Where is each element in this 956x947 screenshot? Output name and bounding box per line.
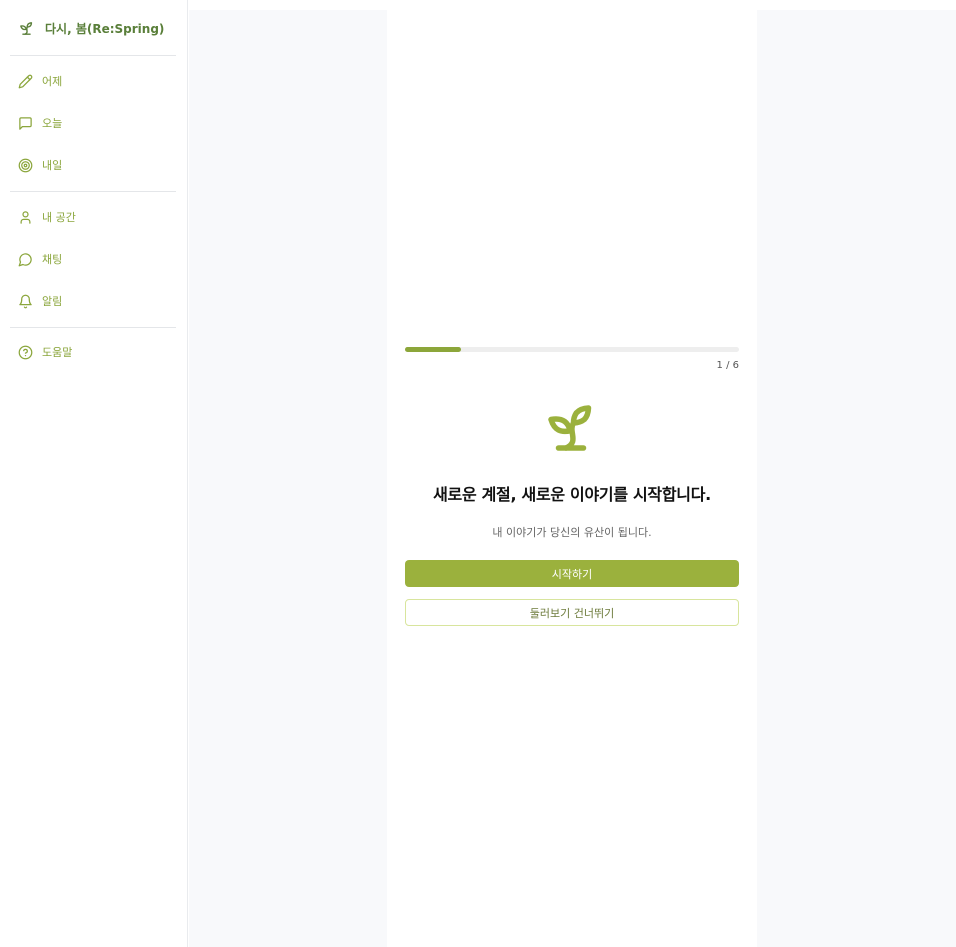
sidebar-item-notifications[interactable]: 알림	[18, 291, 178, 311]
sidebar: 다시, 봄(Re:Spring) 어제 오늘 내일 내 공간 채팅 알림 도움말	[0, 0, 188, 947]
brand-name: 다시, 봄(Re:Spring)	[45, 21, 165, 36]
step-counter: 1 / 6	[716, 360, 739, 371]
user-icon	[20, 210, 31, 224]
sidebar-item-label: 도움말	[42, 346, 73, 359]
sidebar-item-label: 어제	[42, 75, 63, 88]
help-circle-icon	[18, 345, 33, 359]
sidebar-item-label: 알림	[42, 295, 63, 308]
brand[interactable]: 다시, 봄(Re:Spring)	[18, 18, 164, 38]
target-icon	[18, 158, 33, 172]
bell-icon	[19, 294, 32, 308]
sidebar-item-my-space[interactable]: 내 공간	[18, 207, 178, 227]
sidebar-divider	[10, 191, 176, 192]
sidebar-item-label: 내 공간	[42, 211, 76, 224]
onboarding-panel: 1 / 6 새로운 계절, 새로운 이야기를 시작합니다. 내 이야기가 당신의…	[387, 10, 757, 947]
sidebar-item-label: 오늘	[42, 117, 63, 130]
message-square-icon	[19, 116, 32, 130]
progress-bar	[405, 347, 739, 352]
sprout-icon	[20, 21, 33, 35]
sidebar-item-today[interactable]: 오늘	[18, 113, 178, 133]
sidebar-item-label: 채팅	[42, 253, 63, 266]
sprout-icon	[548, 405, 592, 451]
start-button[interactable]: 시작하기	[405, 560, 739, 587]
onboarding-subtitle: 내 이야기가 당신의 유산이 됩니다.	[492, 526, 652, 539]
sidebar-item-tomorrow[interactable]: 내일	[18, 155, 178, 175]
skip-tour-button[interactable]: 둘러보기 건너뛰기	[405, 599, 739, 626]
sidebar-item-label: 내일	[42, 159, 63, 172]
sidebar-item-chat[interactable]: 채팅	[18, 249, 178, 269]
sidebar-divider	[10, 55, 176, 56]
sidebar-item-help[interactable]: 도움말	[18, 342, 178, 362]
message-circle-icon	[18, 252, 32, 266]
onboarding-title: 새로운 계절, 새로운 이야기를 시작합니다.	[433, 485, 711, 504]
sidebar-item-yesterday[interactable]: 어제	[18, 71, 178, 91]
sidebar-divider	[10, 327, 176, 328]
pencil-icon	[18, 74, 33, 88]
progress-fill	[405, 347, 461, 352]
